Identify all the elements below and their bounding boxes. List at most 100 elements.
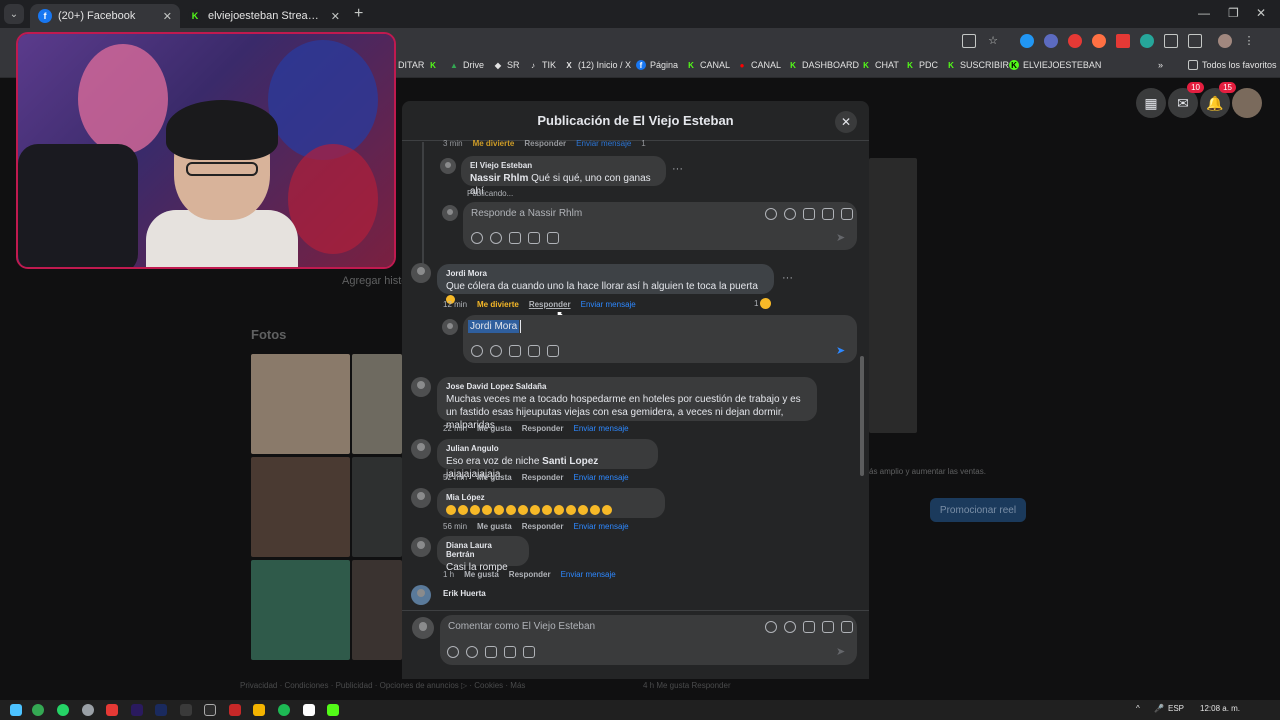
kick-icon[interactable] xyxy=(327,704,339,716)
photo-thumbnail[interactable] xyxy=(251,354,350,454)
install-icon[interactable] xyxy=(962,34,976,48)
reply-button[interactable]: Responder xyxy=(522,522,564,531)
sticker-icon[interactable] xyxy=(523,646,535,658)
bookmark-item[interactable]: ◆ SR xyxy=(493,60,520,70)
gif-icon[interactable] xyxy=(528,232,540,244)
messenger-button[interactable]: ✉ 10 xyxy=(1168,82,1204,118)
photo-thumbnail[interactable] xyxy=(352,560,402,660)
bookmarks-overflow-button[interactable]: » xyxy=(1158,60,1163,70)
chrome-icon[interactable] xyxy=(32,704,44,716)
reply-button[interactable]: Responder xyxy=(522,424,564,433)
like-button[interactable]: Me gusta xyxy=(477,473,512,482)
avatar[interactable] xyxy=(411,537,431,557)
language-indicator[interactable]: ESP xyxy=(1168,704,1184,713)
reply-button[interactable]: Responder xyxy=(524,139,566,148)
reply-button[interactable]: Responder xyxy=(509,570,551,579)
folder-icon[interactable] xyxy=(253,704,265,716)
extension-icon[interactable] xyxy=(1116,34,1130,48)
sticker-icon[interactable] xyxy=(841,621,853,633)
all-bookmarks-button[interactable]: Todos los favoritos xyxy=(1188,60,1277,70)
minimize-button[interactable]: — xyxy=(1198,6,1210,20)
reaction-label[interactable]: Me divierte xyxy=(477,300,519,309)
avatar[interactable] xyxy=(411,377,431,397)
tray-chevron-icon[interactable]: ^ xyxy=(1136,704,1140,713)
comment-author[interactable]: Mia López xyxy=(446,493,656,502)
gif-icon[interactable] xyxy=(504,646,516,658)
extension-icon[interactable] xyxy=(1092,34,1106,48)
profile-avatar[interactable] xyxy=(1218,34,1232,48)
emoji-icon[interactable] xyxy=(466,646,478,658)
extension-icon[interactable] xyxy=(1020,34,1034,48)
premiere-icon[interactable] xyxy=(131,704,143,716)
like-button[interactable]: Me gusta xyxy=(477,424,512,433)
avatar-sticker-icon[interactable] xyxy=(447,646,459,658)
sticker-icon[interactable] xyxy=(547,345,559,357)
avatar[interactable] xyxy=(440,158,456,174)
avatar-sticker-icon[interactable] xyxy=(471,345,483,357)
more-options-icon[interactable]: ··· xyxy=(782,272,793,284)
tab-facebook[interactable]: f (20+) Facebook ✕ xyxy=(30,4,180,28)
bookmark-item[interactable]: K SUSCRIBIR xyxy=(946,60,1009,70)
send-message-link[interactable]: Enviar mensaje xyxy=(561,570,616,579)
avatar-sticker-icon[interactable] xyxy=(765,208,777,220)
close-tab-icon[interactable]: ✕ xyxy=(331,10,340,23)
comment-author[interactable]: Diana Laura Bertrán xyxy=(446,541,520,559)
comment-author[interactable]: Jose David Lopez Saldaña xyxy=(446,382,808,391)
bookmark-item[interactable]: K CHAT xyxy=(861,60,899,70)
tab-kick-stream[interactable]: K elviejoesteban Stream - Watch ✕ xyxy=(180,4,348,28)
sticker-icon[interactable] xyxy=(841,208,853,220)
tab-search-button[interactable]: ⌄ xyxy=(4,4,24,24)
extension-icon[interactable] xyxy=(1140,34,1154,48)
footer-links[interactable]: Privacidad · Condiciones · Publicidad · … xyxy=(240,681,525,690)
gif-icon[interactable] xyxy=(822,208,834,220)
maximize-button[interactable]: ❐ xyxy=(1228,6,1239,20)
mention-link[interactable]: Santi Lopez xyxy=(542,456,598,467)
app-icon[interactable] xyxy=(180,704,192,716)
spotify-icon[interactable] xyxy=(278,704,290,716)
more-menu-icon[interactable]: ⋮ xyxy=(1242,34,1256,48)
photo-thumbnail[interactable] xyxy=(352,457,402,557)
comment-author[interactable]: Erik Huerta xyxy=(443,589,486,600)
extension-icon[interactable] xyxy=(1068,34,1082,48)
comment-author[interactable]: Jordi Mora xyxy=(446,269,765,278)
bookmark-item[interactable]: ▲ Drive xyxy=(449,60,484,70)
gif-icon[interactable] xyxy=(528,345,540,357)
gif-icon[interactable] xyxy=(822,621,834,633)
comment-author[interactable]: Julian Angulo xyxy=(446,444,649,453)
avatar[interactable] xyxy=(411,585,431,605)
reply-button[interactable]: Responder xyxy=(522,473,564,482)
send-message-link[interactable]: Enviar mensaje xyxy=(581,300,636,309)
like-button[interactable]: Me gusta xyxy=(464,570,499,579)
avatar[interactable] xyxy=(411,263,431,283)
mention-link[interactable]: Nassir Rhlm xyxy=(470,173,528,184)
app-icon[interactable] xyxy=(229,704,241,716)
clock[interactable]: 12:08 a. m. xyxy=(1200,704,1240,713)
send-icon[interactable]: ➤ xyxy=(836,645,845,658)
bookmark-item[interactable]: f Página xyxy=(636,60,678,70)
bookmark-item[interactable]: ♪ TIK xyxy=(528,60,556,70)
bookmark-item[interactable]: K DASHBOARD xyxy=(788,60,859,70)
app-icon[interactable] xyxy=(204,704,216,716)
camera-icon[interactable] xyxy=(509,345,521,357)
sidepanel-icon[interactable] xyxy=(1188,34,1202,48)
mention-tag[interactable]: Jordi Mora xyxy=(468,320,520,333)
emoji-icon[interactable] xyxy=(490,232,502,244)
photo-thumbnail[interactable] xyxy=(251,560,350,660)
obs-icon[interactable] xyxy=(82,704,94,716)
notifications-button[interactable]: 🔔 15 xyxy=(1200,82,1236,118)
more-options-icon[interactable]: ··· xyxy=(672,163,683,175)
avatar-sticker-icon[interactable] xyxy=(765,621,777,633)
bookmark-item[interactable]: K ELVIEJOESTEBAN xyxy=(1009,60,1101,70)
avatar-sticker-icon[interactable] xyxy=(471,232,483,244)
camera-icon[interactable] xyxy=(803,621,815,633)
send-message-link[interactable]: Enviar mensaje xyxy=(573,424,628,433)
promote-reel-button[interactable]: Promocionar reel xyxy=(930,498,1026,522)
send-message-link[interactable]: Enviar mensaje xyxy=(573,473,628,482)
photo-thumbnail[interactable] xyxy=(352,354,402,454)
bookmark-item[interactable]: K CANAL xyxy=(686,60,730,70)
extensions-puzzle-icon[interactable] xyxy=(1164,34,1178,48)
new-tab-button[interactable]: + xyxy=(354,5,363,23)
whatsapp-icon[interactable] xyxy=(57,704,69,716)
send-message-link[interactable]: Enviar mensaje xyxy=(576,139,631,148)
start-icon[interactable] xyxy=(10,704,22,716)
